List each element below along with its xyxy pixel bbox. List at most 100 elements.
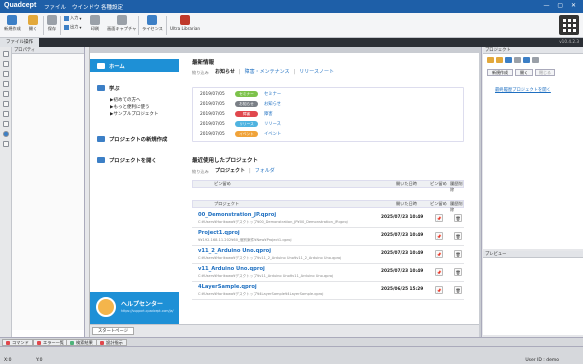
- project-opened-date: 2025/07/23 10:49: [381, 215, 424, 220]
- capture-button[interactable]: 画面キャプチャ: [107, 15, 136, 36]
- ultra-librarian-icon: [180, 15, 191, 25]
- news-item[interactable]: 2019/07/05 お知らせ お知らせ: [200, 100, 281, 108]
- news-link[interactable]: セミナー: [264, 91, 281, 97]
- tool-icon[interactable]: [505, 57, 512, 63]
- open-last-project-link[interactable]: 最終履歴プロジェクトを開く: [495, 87, 551, 93]
- folder-icon[interactable]: [496, 57, 503, 63]
- nav-learn-label: 学ぶ: [109, 86, 120, 92]
- project-name-link[interactable]: 00_Demonstration_JP.qproj: [198, 212, 276, 218]
- tab-start-page[interactable]: スタートページ: [92, 327, 134, 335]
- news-item[interactable]: 2019/07/05 セミナー セミナー: [200, 90, 281, 98]
- tool-icon[interactable]: [3, 121, 9, 127]
- tool-icon[interactable]: [3, 81, 9, 87]
- pin-icon[interactable]: 📌: [435, 268, 443, 276]
- folder-icon[interactable]: [487, 57, 494, 63]
- tab-command[interactable]: コマンド: [2, 339, 33, 346]
- news-link[interactable]: 障害: [264, 111, 273, 117]
- open-button[interactable]: 開く: [28, 15, 38, 36]
- project-table-header: プロジェクト 開いた日時 ピン留め 履歴削除: [192, 200, 464, 212]
- project-path: C:¥Users¥Horikawa¥デスクトップ¥4LayerSample¥4L…: [198, 292, 324, 296]
- print-button[interactable]: 印刷: [90, 15, 100, 36]
- nav-open-project-label: プロジェクトを開く: [109, 158, 157, 164]
- tab-separator: |: [293, 68, 296, 75]
- news-badge: お知らせ: [235, 101, 258, 107]
- version-label: v10.4.2.3: [559, 39, 579, 44]
- trash-icon[interactable]: 🗑: [454, 286, 462, 294]
- trash-icon[interactable]: 🗑: [454, 214, 462, 222]
- tab-file-operations[interactable]: ファイル操作: [0, 38, 39, 47]
- tab-release-notes[interactable]: リリースノート: [299, 68, 334, 75]
- tab-projects[interactable]: プロジェクト: [215, 167, 245, 174]
- nav-new-project[interactable]: プロジェクトの新規作成: [90, 134, 179, 144]
- project-row[interactable]: v11_Arduino Uno.qproj C:¥Users¥Horikawa¥…: [192, 264, 464, 282]
- trash-icon[interactable]: 🗑: [454, 268, 462, 276]
- new-button[interactable]: 新規作成: [4, 15, 21, 36]
- nav-getting-started[interactable]: ▶初めての方へ: [110, 97, 140, 103]
- menu-file[interactable]: ファイル: [44, 3, 66, 11]
- tool-icon[interactable]: [3, 111, 9, 117]
- project-row[interactable]: 4LayerSample.qproj C:¥Users¥Horikawa¥デスク…: [192, 282, 464, 300]
- tool-icon[interactable]: [514, 57, 521, 63]
- help-center-banner[interactable]: ヘルプセンター https://support.quadcept.com/ja/: [90, 292, 179, 324]
- tab-folders[interactable]: フォルダ: [255, 167, 275, 174]
- news-link[interactable]: お知らせ: [264, 101, 281, 107]
- project-panel: プロジェクト 新規作成 開く 閉じる 最終履歴プロジェクトを開く プレビュー: [481, 47, 583, 337]
- support-avatar: [96, 297, 116, 317]
- ultra-librarian-button[interactable]: Ultra Librarian: [170, 15, 200, 36]
- tool-icon[interactable]: [523, 57, 530, 63]
- tool-icon[interactable]: [532, 57, 539, 63]
- header-pin: ピン留め: [430, 201, 447, 206]
- tab-error-list[interactable]: エラー一覧: [33, 339, 68, 346]
- project-close-button[interactable]: 閉じる: [535, 69, 555, 76]
- tab-notices[interactable]: お知らせ: [215, 68, 235, 75]
- info-icon[interactable]: [3, 131, 9, 137]
- project-open-button[interactable]: 開く: [515, 69, 533, 76]
- tab-design-instructions[interactable]: 設計指示: [96, 339, 127, 346]
- pin-icon[interactable]: 📌: [435, 214, 443, 222]
- license-button[interactable]: ライセンス: [142, 15, 163, 36]
- pinned-header-opened: 開いた日時: [396, 181, 417, 186]
- tool-icon[interactable]: [3, 61, 9, 67]
- news-link[interactable]: リリース: [264, 121, 281, 127]
- tool-icon[interactable]: [3, 141, 9, 147]
- project-new-button[interactable]: 新規作成: [487, 69, 513, 76]
- tool-icon[interactable]: [3, 101, 9, 107]
- project-name-link[interactable]: v11_Arduino Uno.qproj: [198, 266, 265, 272]
- export-button[interactable]: 出力 ▾: [64, 24, 82, 30]
- tool-icon[interactable]: [3, 91, 9, 97]
- nav-learn[interactable]: 学ぶ: [90, 83, 179, 93]
- nav-open-project[interactable]: プロジェクトを開く: [90, 155, 179, 165]
- tab-search-results[interactable]: 検索結果: [66, 339, 97, 346]
- tab-maintenance[interactable]: 障害・メンテナンス: [245, 68, 290, 75]
- pin-icon[interactable]: 📌: [435, 250, 443, 258]
- import-button[interactable]: 入力 ▾: [64, 15, 82, 21]
- trash-icon[interactable]: 🗑: [454, 232, 462, 240]
- tool-icon[interactable]: [3, 51, 9, 57]
- menu-window[interactable]: ウインドウ: [72, 3, 100, 11]
- project-row[interactable]: Project1.qproj ¥¥192.168.11.202¥60_個別案件¥…: [192, 228, 464, 246]
- project-name-link[interactable]: v11_2_Arduino Uno.qproj: [198, 248, 271, 254]
- left-toolbar: [0, 47, 12, 337]
- menu-settings[interactable]: 各種設定: [101, 3, 123, 11]
- trash-icon[interactable]: 🗑: [454, 250, 462, 258]
- news-item[interactable]: 2019/07/05 リリース リリース: [200, 120, 281, 128]
- pin-icon[interactable]: 📌: [435, 286, 443, 294]
- nav-sample-projects[interactable]: ▶サンプルプロジェクト: [110, 111, 158, 117]
- apps-grid-icon[interactable]: [559, 15, 579, 35]
- save-button[interactable]: 保存: [47, 15, 57, 36]
- news-link[interactable]: イベント: [264, 131, 281, 137]
- nav-home[interactable]: ホーム: [90, 59, 179, 72]
- project-name-link[interactable]: Project1.qproj: [198, 230, 240, 236]
- news-item[interactable]: 2019/07/05 障害 障害: [200, 110, 273, 118]
- window-controls[interactable]: — ▢ ✕: [543, 2, 579, 9]
- tool-icon[interactable]: [3, 71, 9, 77]
- capture-label: 画面キャプチャ: [107, 26, 137, 31]
- news-item[interactable]: 2019/07/05 イベント イベント: [200, 130, 281, 138]
- save-label: 保存: [47, 26, 57, 31]
- project-name-link[interactable]: 4LayerSample.qproj: [198, 284, 257, 290]
- command-icon: [6, 340, 10, 345]
- project-row[interactable]: 00_Demonstration_JP.qproj C:¥Users¥Horik…: [192, 210, 464, 228]
- project-row[interactable]: v11_2_Arduino Uno.qproj C:¥Users¥Horikaw…: [192, 246, 464, 264]
- pin-icon[interactable]: 📌: [435, 232, 443, 240]
- nav-advanced-use[interactable]: ▶もっと便利に使う: [110, 104, 149, 110]
